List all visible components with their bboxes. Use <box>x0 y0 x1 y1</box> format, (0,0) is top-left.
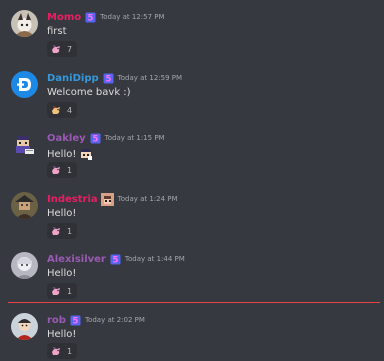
reaction-count: 4 <box>67 105 73 115</box>
reaction-button[interactable]: 1 <box>47 283 78 299</box>
username[interactable]: rob <box>47 315 66 326</box>
pony-emoji-icon <box>51 44 62 55</box>
nitro-badge-icon: 5 <box>103 73 114 84</box>
message-text: first <box>47 26 67 37</box>
reaction-count: 1 <box>67 165 73 175</box>
avatar[interactable] <box>11 313 38 340</box>
chat-messages: Momo 5 Today at 12:57 PM first 7 DaniDip… <box>0 0 384 361</box>
svg-text:5: 5 <box>112 255 118 264</box>
username[interactable]: Indestria <box>47 194 98 205</box>
nitro-badge-icon: 5 <box>90 133 101 144</box>
avatar[interactable] <box>11 131 38 158</box>
pixel-face-emoji-icon <box>79 147 93 161</box>
alexisilver-avatar-icon <box>11 252 38 279</box>
svg-text:5: 5 <box>92 134 98 143</box>
message-header: rob 5 Today at 2:02 PM <box>47 313 145 327</box>
reaction-button[interactable]: 1 <box>47 162 78 178</box>
oakley-avatar-icon <box>11 131 38 158</box>
message-text: Welcome bavk :) <box>47 87 131 98</box>
username[interactable]: Alexisilver <box>47 254 106 265</box>
reaction-count: 7 <box>67 44 73 54</box>
timestamp: Today at 1:15 PM <box>104 134 165 142</box>
username[interactable]: Momo <box>47 12 81 23</box>
message-header: Oakley 5 Today at 1:15 PM <box>47 131 165 145</box>
pony-emoji-icon <box>51 226 62 237</box>
nitro-badge-icon: 5 <box>110 254 121 265</box>
avatar[interactable] <box>11 252 38 279</box>
message-header: Alexisilver 5 Today at 1:44 PM <box>47 252 185 266</box>
message-header: Indestria Today at 1:24 PM <box>47 192 178 206</box>
timestamp: Today at 12:59 PM <box>117 74 183 82</box>
message-header: Momo 5 Today at 12:57 PM <box>47 10 165 24</box>
timestamp: Today at 12:57 PM <box>100 13 165 21</box>
rob-avatar-icon <box>11 313 38 340</box>
reaction-count: 1 <box>67 286 73 296</box>
pony-emoji-icon <box>51 286 62 297</box>
avatar[interactable] <box>11 192 38 219</box>
avatar[interactable] <box>11 10 38 37</box>
danidipp-avatar-icon <box>11 71 38 98</box>
pony-emoji-icon <box>51 346 62 357</box>
pony-emoji-icon <box>51 165 62 176</box>
pixel-art-badge-icon <box>100 192 114 206</box>
nitro-badge-icon: 5 <box>70 315 81 326</box>
message-text: Hello! <box>47 329 77 340</box>
username[interactable]: Oakley <box>47 133 86 144</box>
svg-text:5: 5 <box>88 13 94 22</box>
new-messages-divider <box>8 302 380 303</box>
message-text: Hello! <box>47 148 77 160</box>
svg-text:5: 5 <box>105 74 111 83</box>
reaction-count: 1 <box>67 226 73 236</box>
reaction-button[interactable]: 1 <box>47 343 78 359</box>
reaction-button[interactable]: 1 <box>47 223 78 239</box>
message-content: Hello! <box>47 147 93 161</box>
timestamp: Today at 2:02 PM <box>84 316 145 324</box>
timestamp: Today at 1:44 PM <box>124 255 185 263</box>
reaction-button[interactable]: 4 <box>47 102 78 118</box>
reaction-button[interactable]: 7 <box>47 41 78 57</box>
message-header: DaniDipp 5 Today at 12:59 PM <box>47 71 182 85</box>
message-text: Hello! <box>47 208 77 219</box>
message-text: Hello! <box>47 268 77 279</box>
pony-emoji-icon <box>51 105 62 116</box>
username[interactable]: DaniDipp <box>47 73 99 84</box>
avatar[interactable] <box>11 71 38 98</box>
indestria-avatar-icon <box>11 192 38 219</box>
timestamp: Today at 1:24 PM <box>117 195 178 203</box>
reaction-count: 1 <box>67 346 73 356</box>
svg-text:5: 5 <box>73 316 79 325</box>
momo-avatar-icon <box>11 10 38 37</box>
nitro-badge-icon: 5 <box>85 12 96 23</box>
